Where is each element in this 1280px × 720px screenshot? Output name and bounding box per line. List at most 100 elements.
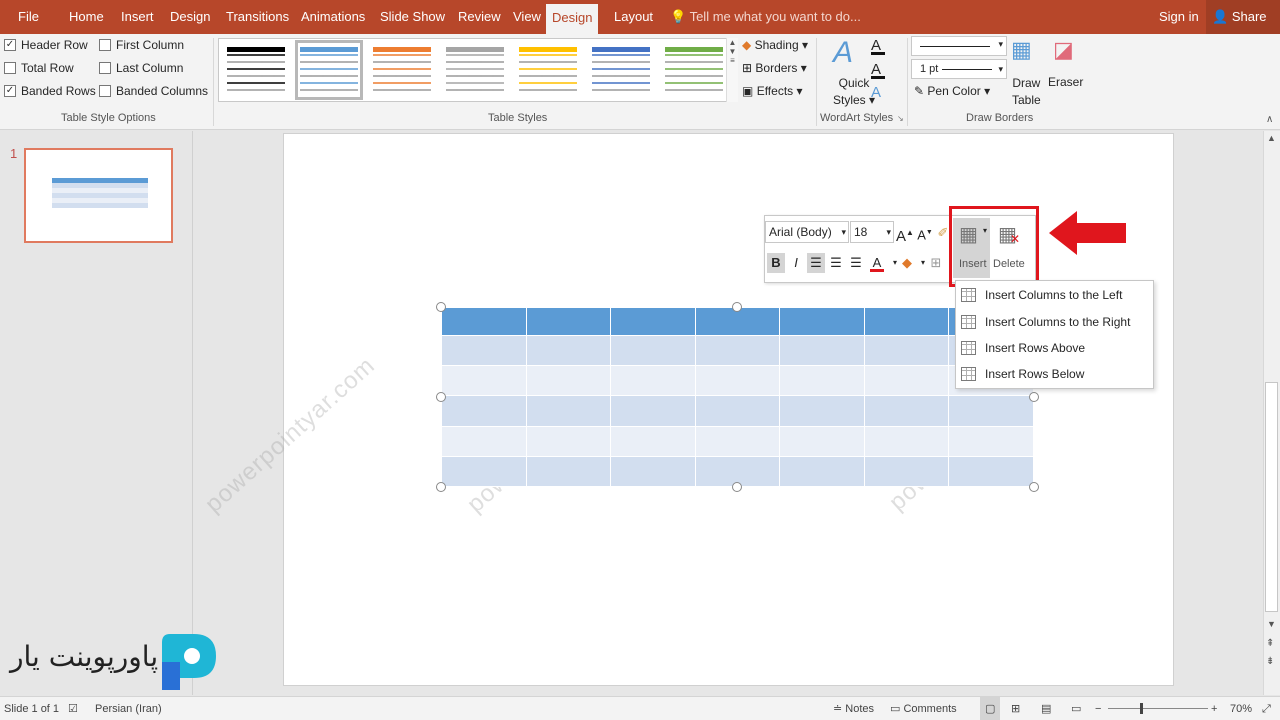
table-row[interactable] [441, 335, 1034, 367]
banded-rows-checkbox[interactable]: ✓ Banded Rows [4, 84, 96, 98]
zoom-out-icon[interactable]: − [1095, 697, 1101, 720]
table-cell[interactable] [525, 335, 612, 367]
table-cell[interactable] [863, 455, 950, 488]
zoom-level[interactable]: 70% [1230, 697, 1252, 720]
table-cell[interactable] [948, 395, 1034, 427]
table-cell[interactable] [525, 395, 612, 427]
increase-font-icon[interactable]: A▲ [896, 223, 914, 245]
text-fill-button[interactable]: A [871, 37, 885, 55]
decrease-font-icon[interactable]: A▼ [916, 223, 934, 243]
zoom-slider[interactable] [1108, 708, 1208, 709]
borders-button[interactable]: ⊞ Borders ▾ [742, 61, 807, 75]
tab-insert[interactable]: Insert [121, 0, 154, 34]
table-cell[interactable] [779, 306, 865, 337]
table-cell[interactable] [441, 335, 527, 367]
total-row-checkbox[interactable]: Total Row [4, 61, 74, 75]
table-style-thumbnail[interactable] [592, 45, 650, 95]
table-cell[interactable] [863, 335, 950, 367]
slide-thumbnail[interactable] [24, 148, 173, 243]
font-size-field[interactable]: 18 ▾ [850, 221, 894, 243]
scrollbar-thumb[interactable] [1265, 382, 1278, 612]
collapse-ribbon-icon[interactable]: ∧ [1266, 114, 1273, 125]
font-color-icon[interactable]: A [868, 253, 886, 273]
table-cell[interactable] [694, 395, 781, 427]
tab-design[interactable]: Design [170, 0, 210, 34]
pen-weight-select[interactable]: 1 pt ▾ [911, 59, 1007, 79]
table-cell[interactable] [948, 455, 1034, 488]
align-right-icon[interactable]: ☰ [847, 253, 865, 273]
header-row-checkbox[interactable]: ✓ Header Row [4, 38, 88, 52]
gallery-scroll[interactable]: ▲ ▼ ≡ [726, 38, 738, 102]
table-style-thumbnail[interactable] [446, 45, 504, 95]
shading-button[interactable]: ◆ Shading ▾ [742, 38, 808, 52]
table-cell[interactable] [441, 306, 527, 337]
table-cell[interactable] [610, 395, 696, 427]
table-cell[interactable] [779, 335, 865, 367]
text-effects-button[interactable]: A [871, 84, 881, 101]
tab-view[interactable]: View [513, 0, 541, 34]
table-cell[interactable] [525, 425, 612, 457]
table-cell[interactable] [694, 365, 781, 397]
tab-slide-show[interactable]: Slide Show [380, 0, 445, 34]
table-style-thumbnail[interactable] [295, 40, 363, 100]
table-cell[interactable] [779, 365, 865, 397]
normal-view-icon[interactable]: ▢ [980, 697, 1001, 720]
quick-styles-button[interactable]: Quick Styles ▾ [833, 75, 875, 109]
table-cell[interactable] [694, 425, 781, 457]
tab-file[interactable]: File [18, 0, 39, 34]
sign-in-link[interactable]: Sign in [1159, 0, 1199, 34]
next-slide-icon[interactable]: ⇟ [1266, 656, 1274, 667]
draw-table-button[interactable]: Draw Table [1012, 75, 1041, 109]
tab-layout[interactable]: Layout [614, 0, 653, 34]
table-cell[interactable] [441, 365, 527, 397]
slide-table[interactable] [441, 306, 1034, 488]
first-column-checkbox[interactable]: First Column [99, 38, 184, 52]
table-cell[interactable] [610, 335, 696, 367]
table-cell[interactable] [610, 306, 696, 337]
checkbox-box[interactable] [99, 85, 111, 97]
scroll-down-icon[interactable]: ▼ [1267, 619, 1276, 629]
table-cell[interactable] [525, 306, 612, 337]
checkbox-box[interactable] [4, 62, 16, 74]
table-style-thumbnail[interactable] [227, 45, 285, 95]
resize-handle[interactable] [436, 302, 446, 312]
fit-slide-icon[interactable]: ⤢ [1262, 697, 1271, 720]
table-cell[interactable] [441, 455, 527, 488]
resize-handle[interactable] [732, 302, 742, 312]
font-name-field[interactable]: Arial (Body) ▾ [765, 221, 849, 243]
comments-button[interactable]: ▭ Comments [890, 697, 957, 720]
table-cell[interactable] [948, 425, 1034, 457]
tell-me-search[interactable]: 💡 Tell me what you want to do... [670, 0, 861, 34]
table-cell[interactable] [441, 395, 527, 427]
menu-item-insert-columns-right[interactable]: Insert Columns to the Right [956, 309, 1153, 335]
table-cell[interactable] [863, 365, 950, 397]
text-outline-button[interactable]: A [871, 61, 885, 79]
tab-review[interactable]: Review [458, 0, 501, 34]
tab-animations[interactable]: Animations [301, 0, 365, 34]
menu-item-insert-rows-above[interactable]: Insert Rows Above [956, 335, 1153, 361]
effects-button[interactable]: ▣ Effects ▾ [742, 84, 803, 98]
language-indicator[interactable]: Persian (Iran) [95, 697, 162, 720]
menu-item-insert-rows-below[interactable]: Insert Rows Below [956, 361, 1153, 387]
checkbox-box[interactable]: ✓ [4, 39, 16, 51]
resize-handle[interactable] [732, 482, 742, 492]
eraser-button[interactable]: Eraser [1048, 75, 1083, 89]
share-button[interactable]: 👤 Share [1206, 0, 1280, 34]
pen-color-button[interactable]: ✎ Pen Color ▾ [914, 84, 990, 98]
table-row[interactable] [441, 425, 1034, 457]
table-cell[interactable] [694, 335, 781, 367]
reading-view-icon[interactable]: ▤ [1041, 697, 1051, 720]
table-cell[interactable] [779, 425, 865, 457]
banded-columns-checkbox[interactable]: Banded Columns [99, 84, 208, 98]
slideshow-icon[interactable]: ▭ [1071, 697, 1081, 720]
zoom-slider-thumb[interactable] [1140, 703, 1143, 714]
previous-slide-icon[interactable]: ⇞ [1266, 638, 1274, 649]
resize-handle[interactable] [436, 482, 446, 492]
table-cell[interactable] [610, 455, 696, 488]
zoom-in-icon[interactable]: + [1211, 697, 1217, 720]
table-cell[interactable] [610, 365, 696, 397]
bold-button[interactable]: B [767, 253, 785, 273]
last-column-checkbox[interactable]: Last Column [99, 61, 183, 75]
table-cell[interactable] [525, 455, 612, 488]
table-cell[interactable] [525, 365, 612, 397]
